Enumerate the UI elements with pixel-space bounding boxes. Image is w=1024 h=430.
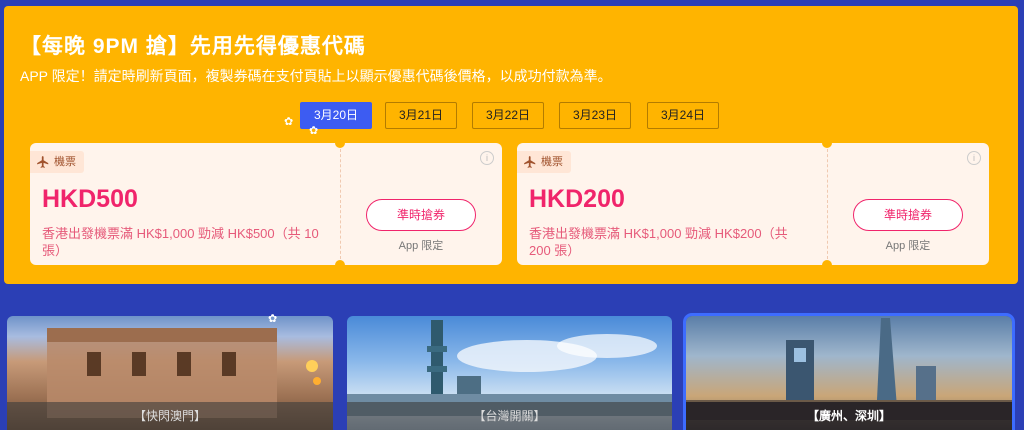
airplane-icon xyxy=(524,156,536,168)
coupon-notch xyxy=(335,138,345,148)
date-tab-5[interactable]: 3月24日 xyxy=(647,102,719,129)
grab-coupon-button[interactable]: 準時搶券 xyxy=(853,199,963,231)
coupon-tag-label: 機票 xyxy=(541,156,563,168)
coupon-description: 香港出發機票滿 HK$1,000 勁減 HK$500（共 10 張） xyxy=(42,226,319,258)
coupon-notch xyxy=(822,260,832,270)
promo-panel: 【每晚 9PM 搶】先用先得優惠代碼 APP 限定！請定時刷新頁面，複製券碼在支… xyxy=(4,6,1018,284)
promo-subtitle: APP 限定！請定時刷新頁面，複製券碼在支付頁貼上以顯示優惠代碼後價格，以成功付… xyxy=(20,68,612,84)
date-tab-3[interactable]: 3月22日 xyxy=(472,102,544,129)
coupon-notch xyxy=(335,260,345,270)
info-icon[interactable]: i xyxy=(967,151,981,165)
date-tab-4[interactable]: 3月23日 xyxy=(559,102,631,129)
coupon-description: 香港出發機票滿 HK$1,000 勁減 HK$200（共 200 張） xyxy=(529,226,788,258)
coupon-notch xyxy=(822,138,832,148)
app-limit-note: App 限定 xyxy=(398,240,444,252)
app-limit-note: App 限定 xyxy=(885,240,931,252)
sparkle-icon: ✿ xyxy=(309,125,319,137)
destination-label: 【台灣開關】 xyxy=(347,402,672,430)
destination-label: 【廣州、深圳】 xyxy=(686,402,1012,430)
destination-label: 【快閃澳門】 xyxy=(7,402,333,430)
coupon-amount: HKD500 xyxy=(42,185,138,213)
sparkle-icon: ✿ xyxy=(284,116,294,128)
coupon-tag: 機票 xyxy=(30,151,84,173)
info-icon[interactable]: i xyxy=(480,151,494,165)
coupon-tag-label: 機票 xyxy=(54,156,76,168)
coupon-divider xyxy=(827,149,828,259)
promo-title: 【每晚 9PM 搶】先用先得優惠代碼 xyxy=(20,35,366,58)
coupon-tag: 機票 xyxy=(517,151,571,173)
destination-card-taiwan[interactable]: 【台灣開關】 xyxy=(347,316,672,430)
sparkle-icon: ✿ xyxy=(268,313,278,325)
destination-card-guangzhou-shenzhen[interactable]: 【廣州、深圳】 xyxy=(683,313,1015,430)
date-tabs: 3月20日 3月21日 3月22日 3月23日 3月24日 xyxy=(4,102,1018,132)
date-tab-2[interactable]: 3月21日 xyxy=(385,102,457,129)
grab-coupon-button[interactable]: 準時搶券 xyxy=(366,199,476,231)
coupon-amount: HKD200 xyxy=(529,185,625,213)
destination-card-macau[interactable]: 【快閃澳門】 xyxy=(7,316,333,430)
airplane-icon xyxy=(37,156,49,168)
coupon-divider xyxy=(340,149,341,259)
coupon-card: 機票 i HKD200 香港出發機票滿 HK$1,000 勁減 HK$200（共… xyxy=(517,138,989,270)
coupon-card: 機票 i HKD500 香港出發機票滿 HK$1,000 勁減 HK$500（共… xyxy=(30,138,502,270)
